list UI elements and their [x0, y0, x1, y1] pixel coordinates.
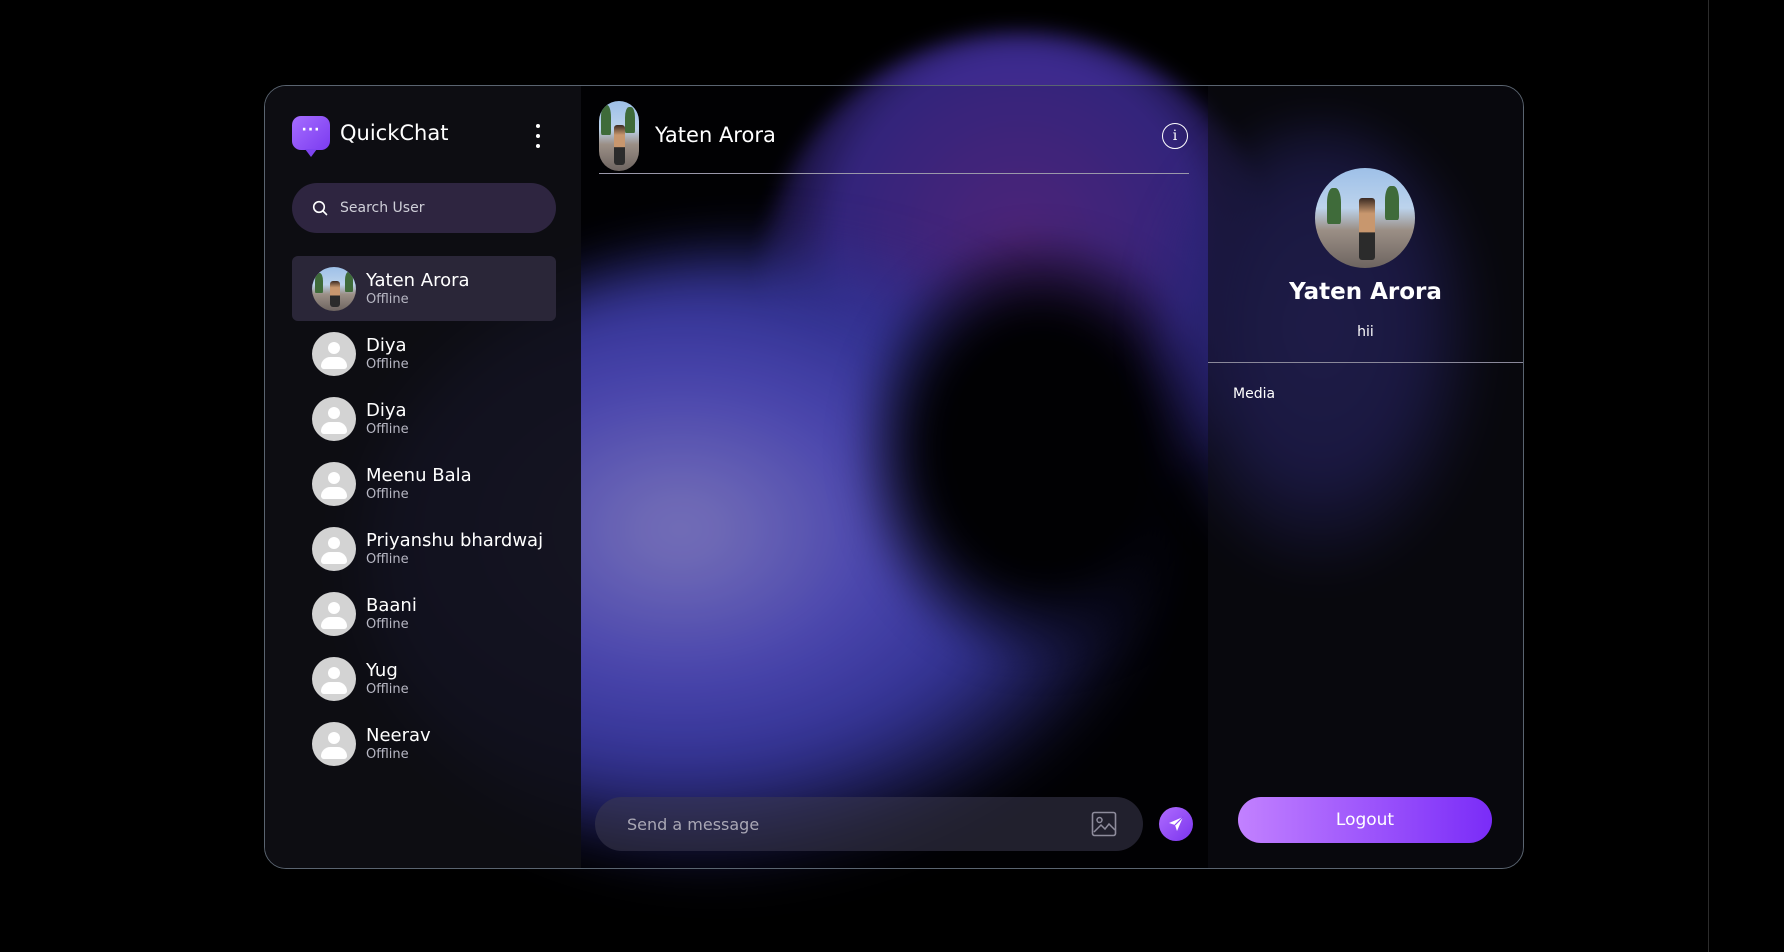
image-upload-icon[interactable]	[1091, 811, 1117, 837]
user-name: Neerav	[366, 724, 431, 746]
user-info: Priyanshu bhardwaj Offline	[366, 530, 543, 568]
user-info: Diya Offline	[366, 335, 409, 373]
user-status: Offline	[366, 486, 409, 502]
user-list-item[interactable]: Yug Offline	[292, 646, 556, 711]
media-heading: Media	[1233, 386, 1276, 402]
contact-avatar[interactable]	[599, 101, 639, 171]
divider	[1208, 362, 1523, 363]
user-status: Offline	[366, 421, 409, 437]
user-list-item[interactable]: Diya Offline	[292, 321, 556, 386]
user-name: Meenu Bala	[366, 464, 472, 486]
user-name: Priyanshu bhardwaj	[366, 529, 544, 551]
message-input[interactable]	[625, 813, 1069, 835]
default-avatar-icon	[312, 331, 356, 376]
search-icon	[312, 200, 328, 216]
user-name: Yaten Arora	[366, 269, 470, 291]
sidebar: ··· QuickChat Yaten AroraOfflineDiyaOffl…	[265, 86, 581, 868]
chat-bubble-logo-icon: ···	[292, 116, 330, 157]
app-name: QuickChat	[340, 121, 449, 145]
profile-bio: hii	[1357, 324, 1374, 340]
brand: ··· QuickChat	[292, 116, 449, 157]
profile-panel: Yaten Arora hii Media Logout	[1208, 86, 1523, 868]
user-list-item[interactable]: Baani Offline	[292, 581, 556, 646]
default-avatar-icon	[312, 656, 356, 701]
search-bar[interactable]	[292, 183, 556, 233]
user-info: Yug Offline	[366, 660, 409, 698]
user-info: Neerav Offline	[366, 725, 431, 763]
kebab-menu-icon[interactable]	[533, 124, 543, 148]
search-input[interactable]	[338, 199, 542, 217]
user-name: Diya	[366, 399, 407, 421]
user-name: Baani	[366, 594, 417, 616]
user-list-item[interactable]: Diya Offline	[292, 386, 556, 451]
user-status: Offline	[366, 681, 409, 697]
user-info: Diya Offline	[366, 400, 409, 438]
user-list-item[interactable]: Priyanshu bhardwaj Offline	[292, 516, 556, 581]
chat-app-window: ··· QuickChat Yaten AroraOfflineDiyaOffl…	[264, 85, 1524, 869]
user-info: Baani Offline	[366, 595, 417, 633]
default-avatar-icon	[312, 461, 356, 506]
profile-avatar	[1315, 168, 1415, 268]
contact-name: Yaten Arora	[655, 123, 776, 147]
default-avatar-icon	[312, 396, 356, 441]
user-info: Meenu Bala Offline	[366, 465, 472, 503]
chat-header: Yaten Arora i	[599, 101, 1189, 174]
user-list-item[interactable]: Meenu Bala Offline	[292, 451, 556, 516]
chat-panel: Yaten Arora i	[581, 86, 1211, 868]
default-avatar-icon	[312, 591, 356, 636]
user-avatar-photo	[312, 266, 356, 311]
message-composer	[595, 797, 1143, 851]
user-status: Offline	[366, 551, 409, 567]
user-name: Yug	[366, 659, 398, 681]
send-icon	[1169, 816, 1184, 831]
user-name: Diya	[366, 334, 407, 356]
default-avatar-icon	[312, 526, 356, 571]
user-status: Offline	[366, 746, 409, 762]
user-list: Yaten Arora Offline Diya Offline Diya Offline…	[292, 256, 556, 776]
user-status: Offline	[366, 356, 409, 372]
logout-button[interactable]: Logout	[1238, 797, 1492, 843]
profile-name: Yaten Arora	[1289, 279, 1442, 305]
default-avatar-icon	[312, 721, 356, 766]
info-icon[interactable]: i	[1162, 123, 1188, 149]
user-status: Offline	[366, 616, 409, 632]
send-button[interactable]	[1159, 807, 1193, 841]
user-list-item[interactable]: Neerav Offline	[292, 711, 556, 776]
user-list-item[interactable]: Yaten Arora Offline	[292, 256, 556, 321]
page-divider	[1708, 0, 1709, 952]
user-info: Yaten Arora Offline	[366, 270, 470, 308]
user-status: Offline	[366, 291, 409, 307]
